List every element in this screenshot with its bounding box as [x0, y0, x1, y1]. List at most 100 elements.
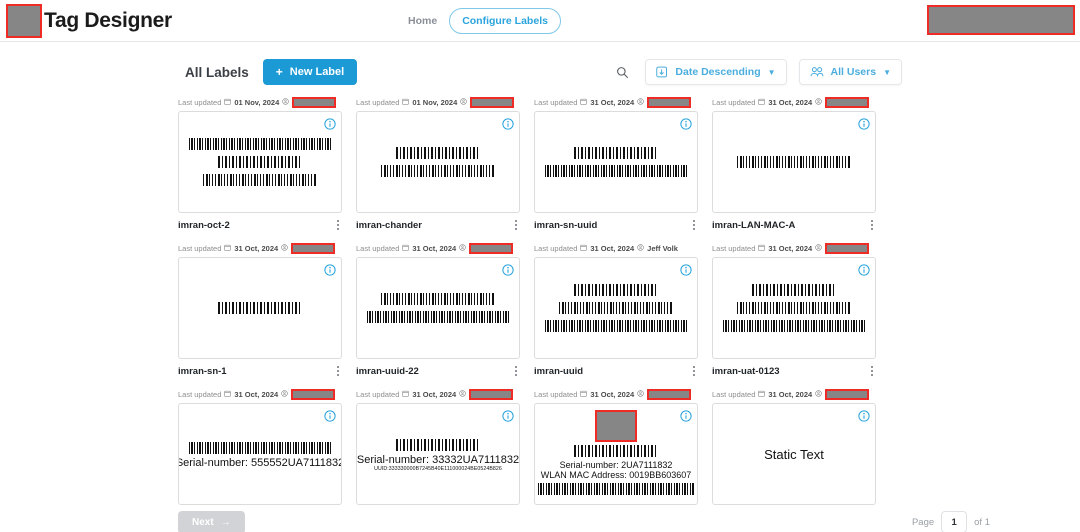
barcode-image	[544, 165, 688, 177]
new-label-button[interactable]: + New Label	[262, 59, 358, 85]
label-card: Last updated 31 Oct, 2024 imran-sn-uuid	[534, 96, 698, 233]
label-card: Last updated 01 Nov, 2024 imran-chander	[356, 96, 520, 233]
info-icon[interactable]	[502, 409, 514, 427]
label-preview[interactable]	[534, 257, 698, 359]
label-preview[interactable]: Serial-number: 2UA7111832 WLAN MAC Addres…	[534, 403, 698, 505]
info-icon[interactable]	[502, 117, 514, 135]
label-preview[interactable]	[178, 111, 342, 213]
info-icon[interactable]	[680, 117, 692, 135]
card-footer: imran-LAN-MAC-A	[712, 213, 876, 233]
info-icon[interactable]	[858, 409, 870, 427]
label-preview[interactable]	[356, 257, 520, 359]
barcode-image	[217, 302, 303, 314]
info-icon[interactable]	[324, 263, 336, 281]
barcode-image	[188, 442, 332, 454]
label-card: Last updated 31 Oct, 2024 Serial-number: 2…	[534, 388, 698, 505]
kebab-menu-icon[interactable]	[690, 216, 698, 234]
kebab-menu-icon[interactable]	[512, 216, 520, 234]
next-page-button[interactable]: Next →	[178, 510, 245, 532]
sort-dropdown[interactable]: Date Descending ▼	[645, 59, 787, 85]
calendar-icon	[402, 390, 410, 399]
pagination-bar: Next → Page of 1	[178, 505, 990, 532]
label-text: Static Text	[764, 446, 824, 462]
card-date: 31 Oct, 2024	[234, 390, 279, 399]
new-label-button-label: New Label	[289, 66, 345, 78]
info-icon[interactable]	[680, 263, 692, 281]
card-meta: Last updated 31 Oct, 2024	[356, 388, 520, 401]
redacted-author	[469, 389, 514, 400]
card-author: Jeff Volk	[647, 244, 678, 253]
calendar-icon	[580, 98, 588, 107]
redacted-author	[825, 243, 870, 254]
barcode-image	[573, 445, 659, 457]
card-date: 31 Oct, 2024	[412, 390, 457, 399]
calendar-icon	[758, 98, 766, 107]
redacted-author	[469, 243, 514, 254]
card-title: imran-oct-2	[178, 219, 230, 231]
card-date: 31 Oct, 2024	[768, 98, 813, 107]
barcode-image	[573, 284, 659, 296]
nav-item-configure-labels[interactable]: Configure Labels	[449, 8, 561, 34]
card-date: 01 Nov, 2024	[412, 98, 458, 107]
barcode-image	[737, 302, 851, 314]
person-icon	[637, 390, 644, 399]
label-preview[interactable]	[712, 257, 876, 359]
kebab-menu-icon[interactable]	[334, 362, 342, 380]
calendar-icon	[580, 244, 588, 253]
barcode-image	[722, 320, 866, 332]
page-number-input[interactable]	[941, 511, 968, 532]
label-card: Last updated 01 Nov, 2024 imran-oct-2	[178, 96, 342, 233]
label-preview[interactable]	[178, 257, 342, 359]
kebab-menu-icon[interactable]	[868, 216, 876, 234]
labels-grid: Last updated 01 Nov, 2024 imran-oct-2 Last …	[178, 93, 902, 505]
barcode-image	[395, 147, 481, 159]
label-preview[interactable]	[534, 111, 698, 213]
card-meta-prefix: Last updated	[178, 244, 222, 253]
label-preview[interactable]: Serial-number: 33332UA7111832 UUID:333330…	[356, 403, 520, 505]
kebab-menu-icon[interactable]	[512, 362, 520, 380]
label-card: Last updated 31 Oct, 2024 Serial-number: 5…	[178, 388, 342, 505]
redacted-author	[291, 389, 336, 400]
info-icon[interactable]	[858, 263, 870, 281]
calendar-icon	[402, 98, 410, 107]
redacted-account-block[interactable]	[927, 5, 1075, 35]
users-filter-dropdown[interactable]: All Users ▼	[798, 59, 902, 85]
card-date: 31 Oct, 2024	[412, 244, 457, 253]
label-preview[interactable]	[356, 111, 520, 213]
barcode-image	[381, 293, 495, 305]
kebab-menu-icon[interactable]	[690, 362, 698, 380]
card-meta: Last updated 31 Oct, 2024	[534, 388, 698, 401]
barcode-image	[573, 147, 659, 159]
card-footer: imran-uuid-22	[356, 359, 520, 379]
card-meta: Last updated 31 Oct, 2024	[356, 242, 520, 255]
info-icon[interactable]	[680, 409, 692, 427]
info-icon[interactable]	[324, 409, 336, 427]
info-icon[interactable]	[324, 117, 336, 135]
label-card: Last updated 31 Oct, 2024 Static Text	[712, 388, 876, 505]
app-header: Tag Designer Home Configure Labels	[0, 0, 1080, 42]
redacted-label-content	[595, 410, 637, 442]
nav-item-home[interactable]: Home	[408, 15, 437, 27]
info-icon[interactable]	[502, 263, 514, 281]
label-card: Last updated 31 Oct, 2024 Jeff Volk imran-u…	[534, 242, 698, 379]
card-date: 01 Nov, 2024	[234, 98, 280, 107]
label-card: Last updated 31 Oct, 2024 imran-LAN-MAC-A	[712, 96, 876, 233]
redacted-author	[825, 389, 870, 400]
kebab-menu-icon[interactable]	[334, 216, 342, 234]
label-text: Serial-number: 2UA7111832	[559, 460, 673, 470]
person-icon	[815, 390, 822, 399]
kebab-menu-icon[interactable]	[868, 362, 876, 380]
label-preview[interactable]: Serial-number: 555552UA7111832	[178, 403, 342, 505]
toolbar-left: All Labels + New Label	[0, 59, 358, 85]
label-preview[interactable]	[712, 111, 876, 213]
card-title: imran-LAN-MAC-A	[712, 219, 796, 231]
label-preview[interactable]: Static Text	[712, 403, 876, 505]
card-date: 31 Oct, 2024	[590, 98, 635, 107]
search-button[interactable]	[611, 61, 633, 83]
page-title: Tag Designer	[44, 8, 172, 32]
label-text: UUID:333330000B7245B40E111000024BE0524B8…	[374, 466, 502, 472]
person-icon	[637, 244, 644, 253]
info-icon[interactable]	[858, 117, 870, 135]
card-date: 31 Oct, 2024	[768, 244, 813, 253]
label-card: Last updated 31 Oct, 2024 imran-uat-0123	[712, 242, 876, 379]
